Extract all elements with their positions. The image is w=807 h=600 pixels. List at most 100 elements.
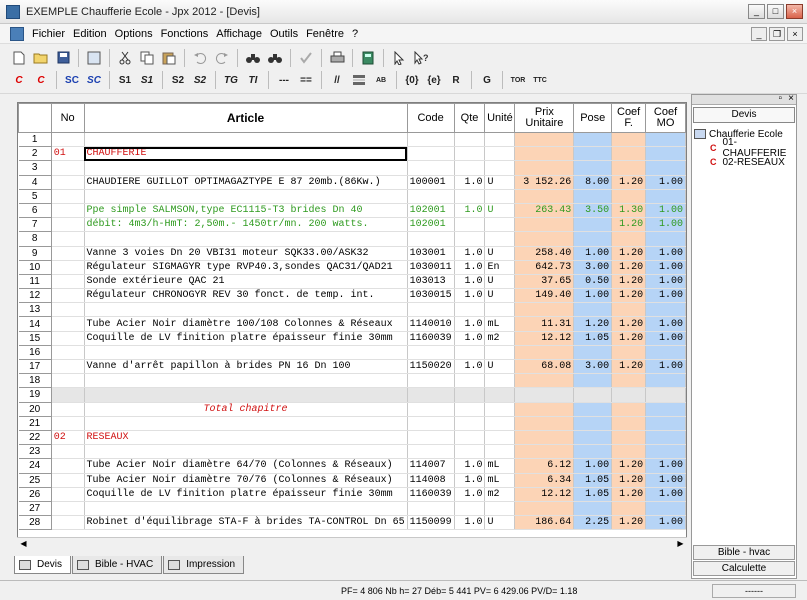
row-number[interactable]: 2: [18, 146, 52, 162]
cell-pose[interactable]: [573, 402, 613, 417]
cell-no[interactable]: [51, 260, 85, 275]
cell-article[interactable]: Tube Acier Noir diamètre 64/70 (Colonnes…: [84, 458, 408, 474]
table-row[interactable]: 11 Sonde extérieure QAC 21 103013 1.0 U 37.65…: [18, 274, 686, 290]
cell-qte[interactable]: 1.0: [454, 515, 486, 531]
close-button[interactable]: ×: [786, 4, 803, 19]
cell-prix[interactable]: [514, 430, 575, 446]
cell-unite[interactable]: [484, 189, 516, 204]
panel-title-button[interactable]: Devis: [693, 107, 795, 123]
cell-pose[interactable]: 1.05: [573, 487, 613, 502]
header-coeff[interactable]: Coef F.: [611, 103, 647, 133]
table-row[interactable]: 10 Régulateur SIGMAGYR type RVP40.3,sonde…: [18, 260, 686, 275]
row-number[interactable]: 22: [18, 430, 52, 446]
cell-pose[interactable]: [573, 373, 613, 389]
cell-no[interactable]: [51, 189, 85, 204]
cell-article[interactable]: [84, 444, 408, 460]
cell-article[interactable]: Total chapitre: [84, 402, 408, 417]
cell-no[interactable]: [51, 316, 85, 332]
subtotal1-italic-button[interactable]: S1: [138, 71, 156, 89]
cell-coefmo[interactable]: [645, 416, 686, 431]
cell-prix[interactable]: [514, 146, 575, 162]
cell-coeff[interactable]: 1.20: [611, 260, 647, 275]
cell-article[interactable]: [84, 387, 408, 403]
cell-pose[interactable]: 1.00: [573, 246, 613, 261]
table-row[interactable]: 12 Régulateur CHRONOGYR REV 30 fonct. de …: [18, 288, 686, 304]
cell-coefmo[interactable]: 1.00: [645, 260, 686, 275]
cell-coefmo[interactable]: 1.00: [645, 473, 686, 488]
cell-unite[interactable]: U: [484, 175, 516, 190]
cell-coeff[interactable]: [611, 231, 647, 247]
header-pose[interactable]: Pose: [573, 103, 613, 133]
subtotal2-italic-button[interactable]: S2: [191, 71, 209, 89]
header-unite[interactable]: Unité: [484, 103, 516, 133]
header-prix[interactable]: Prix Unitaire: [514, 103, 575, 133]
cell-code[interactable]: [407, 132, 455, 148]
cell-prix[interactable]: [514, 373, 575, 389]
menu-options[interactable]: Options: [111, 28, 157, 40]
horizontal-scrollbar[interactable]: ◀ ▶: [17, 537, 687, 550]
cell-pose[interactable]: [573, 302, 613, 318]
cell-unite[interactable]: En: [484, 260, 516, 275]
cell-qte[interactable]: [454, 402, 486, 417]
cell-prix[interactable]: 6.12: [514, 458, 575, 474]
save-icon[interactable]: [54, 49, 72, 67]
cell-qte[interactable]: [454, 345, 486, 361]
cell-coefmo[interactable]: [645, 345, 686, 361]
cell-prix[interactable]: [514, 189, 575, 204]
tree-item-reseaux[interactable]: C 02-RESEAUX: [694, 155, 796, 169]
cell-coefmo[interactable]: [645, 501, 686, 517]
cell-unite[interactable]: m2: [484, 331, 516, 346]
cell-coeff[interactable]: [611, 146, 647, 162]
cell-coeff[interactable]: 1.20: [611, 331, 647, 346]
subtotal2-button[interactable]: S2: [169, 71, 187, 89]
cell-prix[interactable]: [514, 302, 575, 318]
cell-coefmo[interactable]: [645, 231, 686, 247]
cell-coefmo[interactable]: 1.00: [645, 316, 686, 332]
cell-unite[interactable]: [484, 345, 516, 361]
cell-coeff[interactable]: 1.20: [611, 458, 647, 474]
cell-prix[interactable]: 642.73: [514, 260, 575, 275]
cell-prix[interactable]: 149.40: [514, 288, 575, 304]
open-folder-icon[interactable]: [32, 49, 50, 67]
cell-qte[interactable]: [454, 444, 486, 460]
subchapter-italic-button[interactable]: SC: [85, 71, 103, 89]
cell-qte[interactable]: 1.0: [454, 246, 486, 261]
table-row[interactable]: 20 Total chapitre: [18, 402, 686, 417]
cell-coefmo[interactable]: 1.00: [645, 246, 686, 261]
cell-qte[interactable]: 1.0: [454, 331, 486, 346]
cell-article[interactable]: RESEAUX: [84, 430, 408, 446]
cell-code[interactable]: [407, 501, 455, 517]
table-row[interactable]: 16: [18, 345, 686, 361]
cell-qte[interactable]: 1.0: [454, 288, 486, 304]
menu-fenetre[interactable]: Fenêtre: [302, 28, 348, 40]
cell-no[interactable]: [51, 132, 85, 148]
cell-no[interactable]: [51, 246, 85, 261]
properties-icon[interactable]: [85, 49, 103, 67]
cell-coeff[interactable]: [611, 160, 647, 176]
tab-devis[interactable]: Devis: [14, 556, 72, 574]
r-button[interactable]: R: [447, 71, 465, 89]
ttc-button[interactable]: TTC: [531, 71, 549, 89]
panel-close-icon[interactable]: ×: [788, 93, 794, 104]
cell-pose[interactable]: 1.05: [573, 473, 613, 488]
row-number[interactable]: 6: [18, 203, 52, 219]
row-number[interactable]: 1: [18, 132, 52, 148]
menu-fonctions[interactable]: Fonctions: [157, 28, 213, 40]
cell-unite[interactable]: [484, 416, 516, 431]
cell-article[interactable]: Régulateur CHRONOGYR REV 30 fonct. de te…: [84, 288, 408, 304]
cell-coeff[interactable]: [611, 189, 647, 204]
mdi-close-button[interactable]: ×: [787, 27, 803, 41]
cell-article[interactable]: Sonde extérieure QAC 21: [84, 274, 408, 290]
cell-no[interactable]: [51, 387, 85, 403]
g-button[interactable]: G: [478, 71, 496, 89]
cell-qte[interactable]: [454, 373, 486, 389]
cell-code[interactable]: 1150020: [407, 359, 455, 375]
row-number[interactable]: 23: [18, 444, 52, 460]
cell-code[interactable]: [407, 160, 455, 176]
cell-unite[interactable]: m2: [484, 487, 516, 502]
cell-prix[interactable]: [514, 217, 575, 233]
cell-coefmo[interactable]: 1.00: [645, 217, 686, 233]
minimize-button[interactable]: _: [748, 4, 765, 19]
table-row[interactable]: 27: [18, 501, 686, 517]
cell-prix[interactable]: [514, 416, 575, 431]
